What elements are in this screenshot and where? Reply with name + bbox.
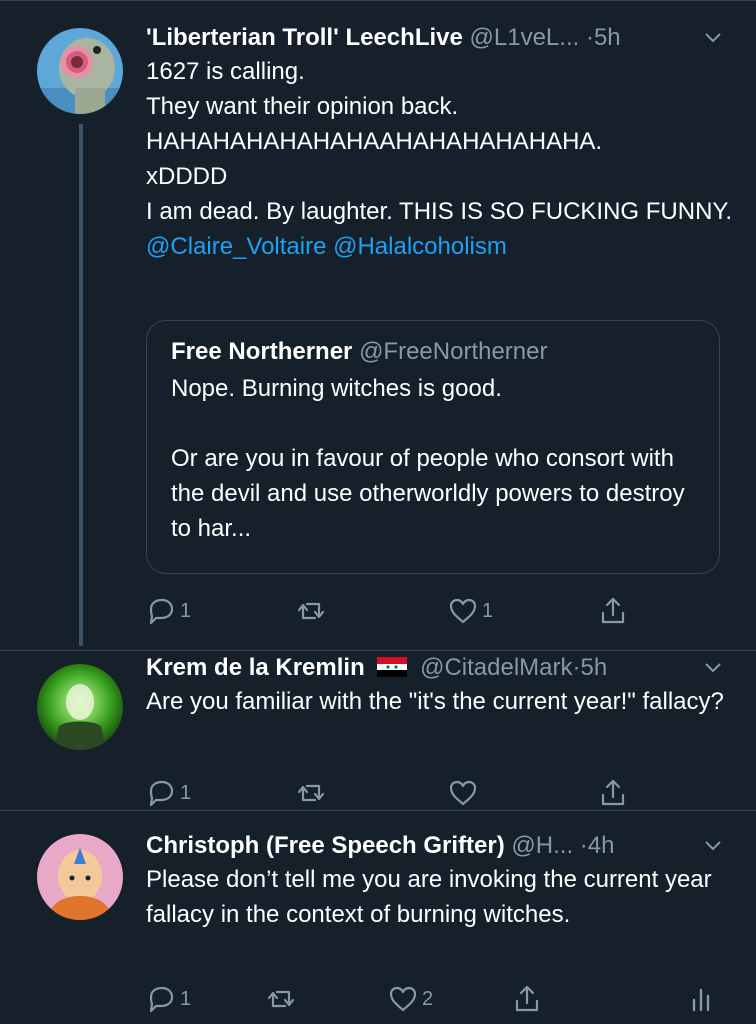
separator-dot: · xyxy=(572,654,581,681)
display-name[interactable]: Christoph (Free Speech Grifter) xyxy=(146,832,505,859)
timestamp[interactable]: 4h xyxy=(588,832,615,859)
tweet-line: 1627 is calling. xyxy=(146,58,305,85)
like-count: 2 xyxy=(422,987,434,1010)
tweet-line: xDDDD xyxy=(146,163,228,190)
tweet-1[interactable]: 'Liberterian Troll' LeechLive @L1veL... … xyxy=(0,0,756,650)
tweet-line: Please don’t tell me you are invoking th… xyxy=(146,866,712,928)
like-button[interactable]: 2 xyxy=(388,982,433,1016)
tweet-header: Krem de la Kremlin @CitadelMark·5h xyxy=(146,652,736,684)
like-button[interactable]: 1 xyxy=(448,594,493,628)
analytics-button[interactable] xyxy=(686,982,716,1016)
share-button[interactable] xyxy=(512,982,542,1016)
share-icon xyxy=(515,985,539,1012)
like-count: 1 xyxy=(482,599,494,622)
reply-count: 1 xyxy=(180,599,192,622)
quoted-line: Or are you in favour of people who conso… xyxy=(171,445,685,542)
timestamp[interactable]: 5h xyxy=(581,654,608,681)
like-icon xyxy=(389,986,417,1012)
reply-count: 1 xyxy=(180,781,192,804)
quoted-handle: @FreeNortherner xyxy=(359,338,548,365)
tweet-text: Please don’t tell me you are invoking th… xyxy=(146,862,736,932)
quoted-display-name: Free Northerner xyxy=(171,338,353,365)
handle[interactable]: @CitadelMark xyxy=(420,654,572,681)
chevron-down-icon[interactable] xyxy=(704,840,722,852)
mention-links[interactable]: @Claire_Voltaire @Halalcoholism xyxy=(146,229,736,264)
separator-dot: · xyxy=(585,24,594,51)
timestamp[interactable]: 5h xyxy=(594,24,621,51)
syria-flag-icon xyxy=(377,656,408,677)
retweet-button[interactable] xyxy=(266,982,300,1016)
avatar-leechlive[interactable] xyxy=(37,28,123,114)
retweet-icon xyxy=(267,990,295,1008)
tweet-divider xyxy=(0,810,756,811)
tweet-text: Are you familiar with the "it's the curr… xyxy=(146,684,736,719)
cartoon-avatar-icon xyxy=(37,834,123,920)
avatar-kremlin[interactable] xyxy=(37,664,123,750)
tweet-line: I am dead. By laughter. THIS IS SO FUCKI… xyxy=(146,198,732,225)
avatar-christoph[interactable] xyxy=(37,834,123,920)
tweet-actions: 1 1 xyxy=(146,594,646,628)
retweet-icon xyxy=(297,602,325,620)
analytics-icon xyxy=(692,988,710,1012)
reply-button[interactable]: 1 xyxy=(146,594,191,628)
tweet-content: 'Liberterian Troll' LeechLive @L1veL... … xyxy=(146,22,736,264)
handle[interactable]: @L1veL... xyxy=(470,24,580,51)
tweet-header: 'Liberterian Troll' LeechLive @L1veL... … xyxy=(146,22,736,54)
like-icon xyxy=(449,598,477,624)
handle[interactable]: @H... xyxy=(511,832,573,859)
tweet-line: HAHAHAHAHAHAHAAHAHAHAHAHAHA. xyxy=(146,128,603,155)
share-button[interactable] xyxy=(598,776,628,810)
share-button[interactable] xyxy=(598,594,628,628)
reply-icon xyxy=(149,986,174,1013)
separator-dot: · xyxy=(579,832,588,859)
like-button[interactable] xyxy=(448,776,482,810)
dinosaur-avatar-icon xyxy=(37,28,123,114)
tweet-actions: 1 2 xyxy=(146,982,726,1016)
tweet-content: Christoph (Free Speech Grifter) @H... ·4… xyxy=(146,830,736,932)
retweet-button[interactable] xyxy=(296,776,330,810)
tweet-line: Are you familiar with the "it's the curr… xyxy=(146,688,724,715)
tweet-content: Krem de la Kremlin @CitadelMark·5h Are y… xyxy=(146,652,736,719)
reply-count: 1 xyxy=(180,987,192,1010)
tweet-actions: 1 xyxy=(146,776,646,810)
chevron-down-icon[interactable] xyxy=(704,662,722,674)
reply-icon xyxy=(149,598,174,625)
portrait-avatar-icon xyxy=(37,664,123,750)
reply-button[interactable]: 1 xyxy=(146,776,191,810)
display-name[interactable]: 'Liberterian Troll' LeechLive xyxy=(146,24,463,51)
reply-icon xyxy=(149,780,174,807)
quoted-tweet-header: Free Northerner @FreeNortherner xyxy=(171,335,695,371)
quoted-line: Nope. Burning witches is good. xyxy=(171,375,502,402)
tweet-header: Christoph (Free Speech Grifter) @H... ·4… xyxy=(146,830,736,862)
chevron-down-icon[interactable] xyxy=(704,32,722,44)
retweet-button[interactable] xyxy=(296,594,330,628)
retweet-icon xyxy=(297,784,325,802)
share-icon xyxy=(601,597,625,624)
quoted-tweet-text: Nope. Burning witches is good. Or are yo… xyxy=(171,371,695,546)
reply-button[interactable]: 1 xyxy=(146,982,191,1016)
display-name[interactable]: Krem de la Kremlin xyxy=(146,654,365,681)
tweet-text: 1627 is calling. They want their opinion… xyxy=(146,54,736,264)
like-icon xyxy=(449,780,477,806)
tweet-2[interactable]: Krem de la Kremlin @CitadelMark·5h Are y… xyxy=(0,650,756,810)
tweet-line: They want their opinion back. xyxy=(146,93,459,120)
share-icon xyxy=(601,779,625,806)
tweet-divider xyxy=(0,650,756,651)
thread-line xyxy=(79,124,83,646)
tweet-3[interactable]: Christoph (Free Speech Grifter) @H... ·4… xyxy=(0,810,756,1024)
quoted-tweet[interactable]: Free Northerner @FreeNortherner Nope. Bu… xyxy=(146,320,720,574)
